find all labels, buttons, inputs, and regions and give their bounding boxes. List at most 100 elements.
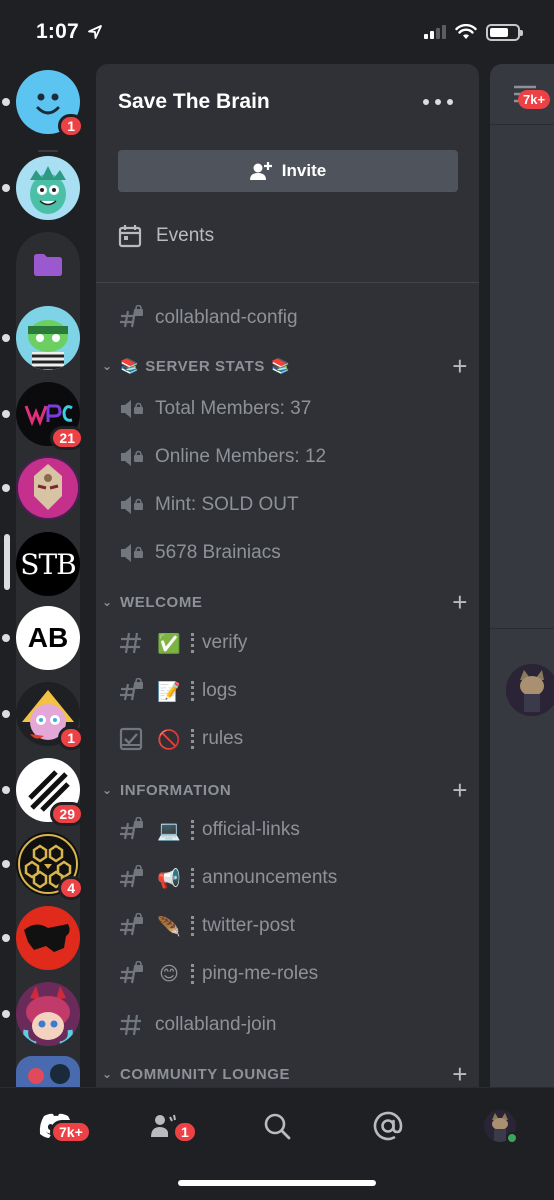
- category-label: INFORMATION: [120, 781, 232, 799]
- server-icon-smiley[interactable]: 1: [2, 70, 84, 138]
- dotted-separator: [191, 633, 194, 653]
- search-icon: [264, 1113, 291, 1140]
- add-channel-icon[interactable]: +: [452, 353, 468, 379]
- channel-total-members[interactable]: Total Members: 37: [118, 391, 311, 427]
- frog-avatar: [28, 320, 68, 370]
- books-emoji-icon: 📚: [120, 358, 140, 375]
- server-initials: AB: [27, 622, 69, 653]
- message-author-avatar[interactable]: [506, 664, 554, 716]
- smiling-emoji-icon: 😊: [159, 963, 179, 985]
- add-user-icon: [249, 162, 272, 180]
- status-bar: 1:07: [0, 0, 554, 64]
- server-icon-ab[interactable]: AB: [2, 606, 80, 670]
- divider: [96, 282, 479, 283]
- locked-hash-icon: [118, 678, 144, 704]
- channel-announcements[interactable]: 📢 announcements: [118, 860, 337, 896]
- events-item[interactable]: Events: [118, 224, 214, 248]
- category-server-stats[interactable]: ⌄ 📚 SERVER STATS 📚 +: [102, 353, 472, 379]
- channel-twitter-post[interactable]: 🪶 twitter-post: [118, 908, 295, 944]
- masked-robot-avatar: [18, 458, 78, 518]
- channel-name: Mint: SOLD OUT: [155, 494, 299, 515]
- notification-badge: 4: [58, 876, 84, 900]
- category-information[interactable]: ⌄ INFORMATION +: [102, 777, 472, 803]
- category-welcome[interactable]: ⌄ WELCOME +: [102, 589, 472, 615]
- server-folder[interactable]: [16, 232, 80, 308]
- channel-online-members[interactable]: Online Members: 12: [118, 439, 326, 475]
- calendar-icon: [118, 225, 142, 248]
- dot-icon: [447, 99, 453, 105]
- feather-emoji-icon: 🪶: [157, 915, 181, 938]
- server-icon-devil-girl[interactable]: [2, 982, 80, 1046]
- server-icon-frog-bandana[interactable]: [2, 306, 80, 370]
- unread-pill: [2, 484, 10, 492]
- server-icon-masked-robot[interactable]: [2, 456, 80, 520]
- channel-ping-me-roles[interactable]: 😊 ping-me-roles: [118, 956, 318, 992]
- channel-official-links[interactable]: 💻 official-links: [118, 812, 300, 848]
- locked-voice-icon: [118, 540, 144, 566]
- channel-name: official-links: [202, 819, 300, 840]
- add-channel-icon[interactable]: +: [452, 589, 468, 615]
- channel-name: verify: [202, 632, 248, 653]
- profile-tab[interactable]: [480, 1106, 520, 1146]
- channel-rules[interactable]: 🚫 rules: [118, 721, 243, 757]
- server-icon-neon-logo[interactable]: 21: [2, 382, 84, 450]
- invite-label: Invite: [281, 161, 327, 180]
- unread-pill: [2, 934, 10, 942]
- dotted-separator: [191, 964, 194, 984]
- cell-signal-icon: [424, 25, 446, 39]
- sea-monster-avatar: [30, 166, 66, 214]
- server-icon-partial[interactable]: [16, 1056, 80, 1087]
- friends-tab[interactable]: 1: [144, 1106, 198, 1146]
- search-tab[interactable]: [257, 1106, 297, 1146]
- channel-collabland-config[interactable]: collabland-config: [118, 300, 298, 336]
- rail-separator: [38, 150, 58, 152]
- locked-hash-icon: [118, 305, 144, 331]
- category-label: COMMUNITY LOUNGE: [120, 1065, 291, 1083]
- chat-divider: [490, 628, 554, 629]
- channel-name: Total Members: 37: [155, 398, 312, 419]
- server-title[interactable]: Save The Brain: [118, 90, 270, 114]
- books-emoji-icon: 📚: [271, 358, 291, 375]
- status-time: 1:07: [36, 20, 79, 43]
- channel-panel: Save The Brain Invite Events collabland-…: [96, 64, 479, 1087]
- locked-hash-icon: [118, 961, 144, 987]
- unread-pill: [2, 334, 10, 342]
- unread-pill: [2, 184, 10, 192]
- more-options-button[interactable]: [423, 90, 453, 114]
- server-icon-sea-monster[interactable]: [2, 156, 80, 220]
- channel-collabland-join[interactable]: collabland-join: [118, 1007, 276, 1043]
- events-label: Events: [156, 225, 215, 246]
- home-tab[interactable]: 7k+: [36, 1106, 92, 1146]
- channel-verify[interactable]: ✅ verify: [118, 625, 247, 661]
- category-label: WELCOME: [120, 593, 203, 611]
- locked-hash-icon: [118, 817, 144, 843]
- red-bull-avatar: [24, 924, 70, 952]
- online-status-icon: [506, 1132, 518, 1144]
- server-icon-honeycomb[interactable]: 4: [2, 832, 84, 900]
- invite-button[interactable]: Invite: [118, 150, 458, 192]
- unread-pill: [2, 786, 10, 794]
- chevron-down-icon: ⌄: [102, 783, 113, 797]
- category-community-lounge[interactable]: ⌄ COMMUNITY LOUNGE +: [102, 1061, 472, 1087]
- channel-brainiacs[interactable]: 5678 Brainiacs: [118, 535, 281, 571]
- chat-pane-peek[interactable]: 7k+: [490, 64, 554, 1087]
- mentions-tab[interactable]: [368, 1106, 408, 1146]
- add-channel-icon[interactable]: +: [452, 777, 468, 803]
- server-icon-stripes[interactable]: 29: [2, 758, 84, 826]
- devil-girl-avatar: [23, 986, 73, 1046]
- battery-icon: [486, 23, 523, 41]
- chevron-down-icon: ⌄: [102, 1067, 113, 1081]
- folder-icon: [34, 254, 62, 276]
- channel-mint-status[interactable]: Mint: SOLD OUT: [118, 487, 299, 523]
- server-icon-stb[interactable]: STB: [4, 532, 80, 596]
- locked-hash-icon: [118, 913, 144, 939]
- add-channel-icon[interactable]: +: [452, 1061, 468, 1087]
- selected-server-indicator: [4, 534, 10, 590]
- channel-name: logs: [202, 680, 237, 701]
- server-icon-red-bull[interactable]: [2, 906, 80, 970]
- dot-icon: [435, 99, 441, 105]
- rules-icon: [118, 726, 144, 752]
- category-label: SERVER STATS: [145, 357, 266, 375]
- channel-logs[interactable]: 📝 logs: [118, 673, 237, 709]
- server-icon-cheese-monster[interactable]: 1: [2, 682, 84, 750]
